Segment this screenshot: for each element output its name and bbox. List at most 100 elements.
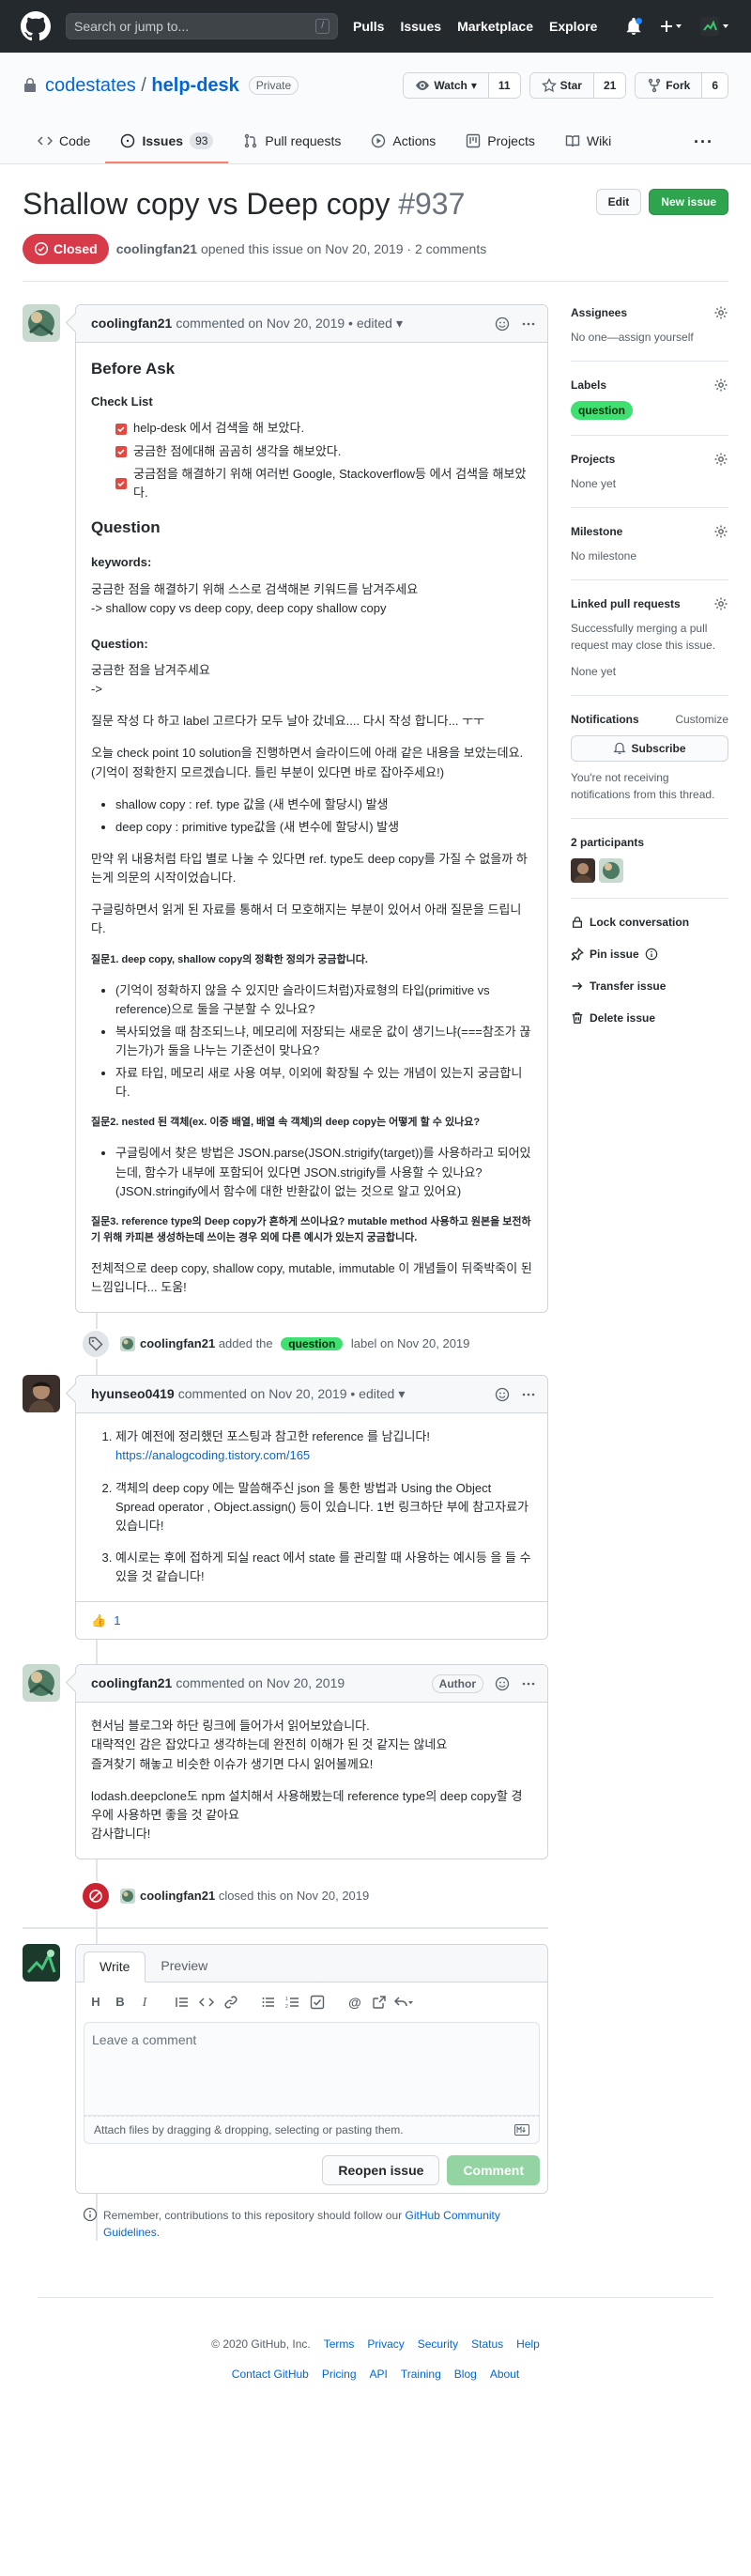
smiley-icon[interactable] <box>495 1676 510 1691</box>
comment-author-link[interactable]: coolingfan21 <box>91 1674 172 1693</box>
thumbs-up-icon[interactable]: 👍 <box>91 1612 106 1630</box>
star-button[interactable]: Star <box>529 73 594 98</box>
comment-textarea[interactable]: Leave a comment <box>84 2022 540 2117</box>
comment-button[interactable]: Comment <box>447 2155 540 2186</box>
fork-count[interactable]: 6 <box>702 73 728 98</box>
kebab-menu-icon[interactable] <box>521 1387 536 1402</box>
user-avatar-icon[interactable] <box>700 17 730 36</box>
nav-explore[interactable]: Explore <box>549 17 597 37</box>
label-question[interactable]: question <box>281 1337 344 1351</box>
avatar[interactable] <box>120 1336 135 1352</box>
mention-icon[interactable]: @ <box>343 1992 367 2013</box>
tab-preview[interactable]: Preview <box>146 1951 222 1982</box>
comment-author-link[interactable]: coolingfan21 <box>91 314 172 333</box>
bell-icon[interactable] <box>625 18 642 35</box>
sidebar-heading[interactable]: Milestone <box>571 523 622 540</box>
new-issue-button[interactable]: New issue <box>649 189 728 215</box>
unordered-list-icon[interactable] <box>256 1992 281 2013</box>
sidebar-heading[interactable]: Assignees <box>571 304 627 321</box>
kebab-menu-icon[interactable] <box>521 1676 536 1691</box>
footer-link-privacy[interactable]: Privacy <box>367 2336 404 2352</box>
fork-button[interactable]: Fork <box>636 73 703 98</box>
comment-meta[interactable]: commented on Nov 20, 2019 • edited <box>176 314 392 333</box>
label-question[interactable]: question <box>571 401 633 420</box>
bold-icon[interactable]: B <box>108 1992 132 2013</box>
avatar[interactable] <box>23 1664 60 1703</box>
checkbox-checked-icon[interactable] <box>115 477 127 489</box>
watch-button[interactable]: Watch ▾ <box>404 73 489 98</box>
footer-link-security[interactable]: Security <box>418 2336 458 2352</box>
repo-owner-link[interactable]: codestates <box>45 75 136 96</box>
transfer-issue-button[interactable]: Transfer issue <box>571 978 728 995</box>
avatar[interactable] <box>23 304 60 342</box>
sidebar-heading[interactable]: Labels <box>571 377 606 393</box>
tab-actions[interactable]: Actions <box>356 120 451 163</box>
gear-icon[interactable] <box>713 596 728 611</box>
gear-icon[interactable] <box>713 378 728 393</box>
link-icon[interactable] <box>219 1992 243 2013</box>
issue-author-link[interactable]: coolingfan21 <box>116 241 197 256</box>
tab-pull-requests[interactable]: Pull requests <box>228 120 356 163</box>
info-icon[interactable] <box>645 948 658 961</box>
reference-link[interactable]: https://analogcoding.tistory.com/165 <box>115 1448 310 1462</box>
smiley-icon[interactable] <box>495 316 510 332</box>
lock-conversation-button[interactable]: Lock conversation <box>571 914 728 931</box>
checkbox-checked-icon[interactable] <box>115 445 127 457</box>
nav-marketplace[interactable]: Marketplace <box>457 17 533 37</box>
avatar[interactable] <box>120 1889 135 1905</box>
caret-down-icon[interactable]: ▾ <box>398 1384 405 1404</box>
footer-link-help[interactable]: Help <box>516 2336 540 2352</box>
cross-reference-icon[interactable] <box>367 1992 391 2013</box>
participant-avatar[interactable] <box>571 858 595 883</box>
nav-pulls[interactable]: Pulls <box>353 17 384 37</box>
quote-icon[interactable] <box>170 1992 194 2013</box>
sidebar-heading[interactable]: Projects <box>571 451 615 468</box>
attach-files-area[interactable]: Attach files by dragging & dropping, sel… <box>84 2116 540 2145</box>
footer-link-contact[interactable]: Contact GitHub <box>232 2366 309 2383</box>
footer-link-about[interactable]: About <box>490 2366 519 2383</box>
code-icon[interactable] <box>194 1992 219 2013</box>
gear-icon[interactable] <box>713 452 728 467</box>
gear-icon[interactable] <box>713 524 728 539</box>
github-logo-icon[interactable] <box>21 11 51 41</box>
subscribe-button[interactable]: Subscribe <box>571 735 728 762</box>
footer-link-api[interactable]: API <box>370 2366 388 2383</box>
tab-code[interactable]: Code <box>23 120 105 163</box>
comment-meta[interactable]: commented on Nov 20, 2019 <box>176 1674 345 1693</box>
reopen-issue-button[interactable]: Reopen issue <box>322 2155 440 2186</box>
event-author-link[interactable]: coolingfan21 <box>140 1336 215 1350</box>
smiley-icon[interactable] <box>495 1387 510 1402</box>
avatar[interactable] <box>23 1375 60 1413</box>
footer-link-terms[interactable]: Terms <box>324 2336 355 2352</box>
assignees-value[interactable]: No one—assign yourself <box>571 329 728 346</box>
watch-count[interactable]: 11 <box>488 73 520 98</box>
comment-author-link[interactable]: hyunseo0419 <box>91 1384 175 1404</box>
footer-link-training[interactable]: Training <box>401 2366 441 2383</box>
ordered-list-icon[interactable]: 12 <box>281 1992 305 2013</box>
customize-link[interactable]: Customize <box>675 711 728 728</box>
heading-icon[interactable]: H <box>84 1992 108 2013</box>
star-count[interactable]: 21 <box>593 73 626 98</box>
tab-issues[interactable]: Issues 93 <box>105 120 229 163</box>
tab-wiki[interactable]: Wiki <box>550 120 626 163</box>
reaction-count[interactable]: 1 <box>114 1612 120 1630</box>
task-list-icon[interactable] <box>305 1992 330 2013</box>
search-input[interactable]: Search or jump to... / <box>66 13 338 39</box>
avatar[interactable] <box>23 1944 60 1982</box>
kebab-menu-icon[interactable] <box>521 316 536 332</box>
pin-issue-button[interactable]: Pin issue <box>571 946 728 963</box>
italic-icon[interactable]: I <box>132 1992 157 2013</box>
edit-title-button[interactable]: Edit <box>595 189 642 215</box>
delete-issue-button[interactable]: Delete issue <box>571 1010 728 1026</box>
footer-link-status[interactable]: Status <box>471 2336 503 2352</box>
tab-projects[interactable]: Projects <box>451 120 550 163</box>
sidebar-heading[interactable]: Linked pull requests <box>571 595 681 612</box>
footer-link-pricing[interactable]: Pricing <box>322 2366 357 2383</box>
repo-name-link[interactable]: help-desk <box>151 75 238 96</box>
markdown-icon[interactable] <box>514 2124 529 2136</box>
gear-icon[interactable] <box>713 305 728 320</box>
tab-write[interactable]: Write <box>84 1951 146 1983</box>
participant-avatar[interactable] <box>599 858 623 883</box>
more-tabs-button[interactable]: ··· <box>679 120 728 163</box>
event-author-link[interactable]: coolingfan21 <box>140 1889 215 1903</box>
